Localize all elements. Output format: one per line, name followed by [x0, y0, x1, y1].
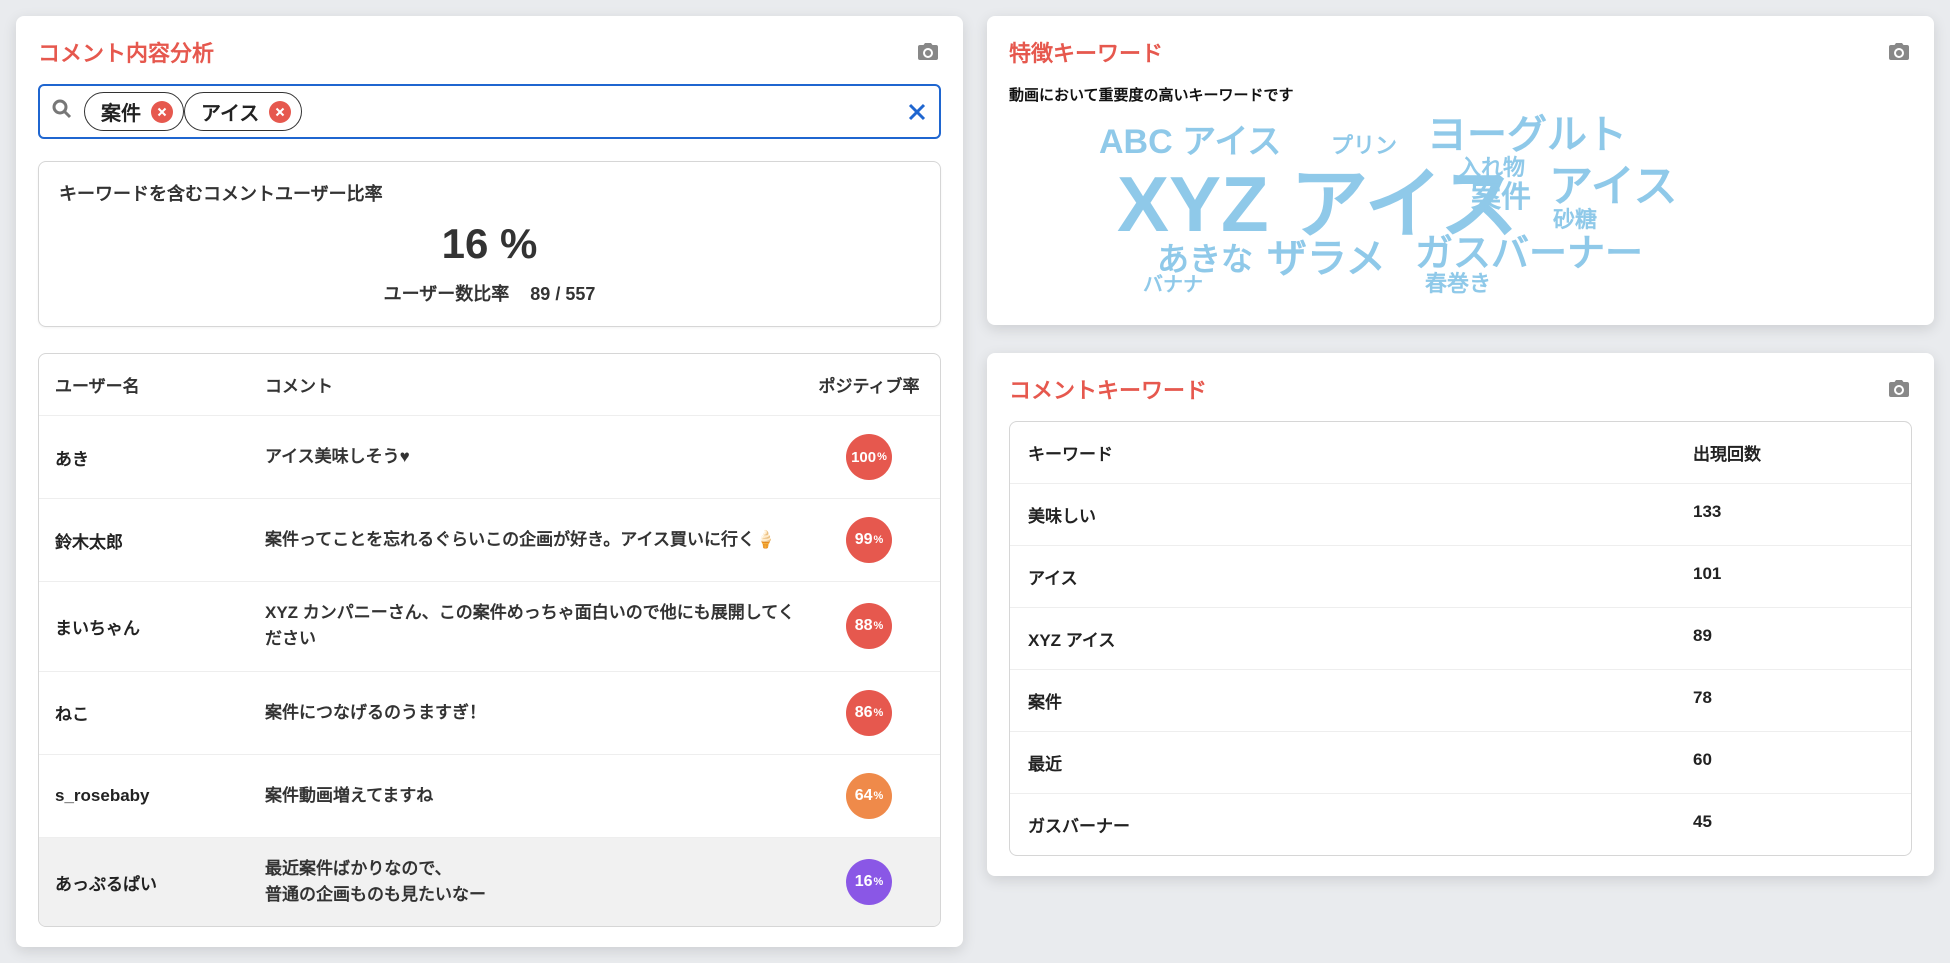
featured-desc: 動画において重要度の高いキーワードです [1009, 84, 1912, 105]
chip-label: 案件 [101, 97, 141, 126]
wordcloud-word[interactable]: ヨーグルト [1427, 115, 1627, 155]
wordcloud-word[interactable]: 春巻き [1425, 273, 1491, 295]
cell-positive: 88% [814, 603, 924, 649]
wordcloud-word[interactable]: バナナ [1143, 275, 1203, 295]
wordcloud-word[interactable]: ザラメ [1267, 239, 1386, 279]
keywords-table: キーワード 出現回数 美味しい133アイス101XYZ アイス89案件78最近6… [1009, 421, 1912, 856]
table-row[interactable]: 美味しい133 [1010, 483, 1911, 545]
cell-comment: 案件につなげるのうますぎ！ [265, 700, 804, 726]
clear-search-icon[interactable] [905, 100, 929, 124]
col-user: ユーザー名 [55, 372, 255, 397]
positive-badge: 99% [846, 517, 892, 563]
positive-badge: 86% [846, 690, 892, 736]
wordcloud-word[interactable]: プリン [1331, 135, 1397, 157]
search-icon [50, 97, 74, 126]
wordcloud-word[interactable]: ABC アイス [1099, 125, 1281, 159]
comments-table-header: ユーザー名 コメント ポジティブ率 [39, 354, 940, 415]
cell-user: ねこ [55, 700, 255, 725]
cell-keyword: ガスバーナー [1028, 812, 1693, 837]
cell-positive: 99% [814, 517, 924, 563]
comment-analysis-card: コメント内容分析 案件 アイス キーワードを含むコメントユーザー比率 16 % ユ… [16, 16, 963, 947]
cell-positive: 64% [814, 773, 924, 819]
comment-keywords-card: コメントキーワード キーワード 出現回数 美味しい133アイス101XYZ アイ… [987, 353, 1934, 876]
keyword-searchbar[interactable]: 案件 アイス [38, 84, 941, 139]
cell-count: 101 [1693, 564, 1893, 589]
cell-count: 60 [1693, 750, 1893, 775]
table-row[interactable]: ねこ案件につなげるのうますぎ！ 86% [39, 671, 940, 754]
cell-comment: 案件動画増えてますね [265, 783, 804, 809]
positive-badge: 16% [846, 859, 892, 905]
wordcloud-word[interactable]: 砂糖 [1553, 209, 1597, 231]
cell-keyword: 美味しい [1028, 502, 1693, 527]
cell-user: あっぷるぱい [55, 870, 255, 895]
cell-comment: XYZ カンパニーさん、この案件めっちゃ面白いので他にも展開してください [265, 600, 804, 653]
wordcloud: ABC アイスプリンヨーグルト入れ物アイスXYZ アイス案件砂糖あきなザラメガス… [1009, 115, 1912, 305]
cell-keyword: 案件 [1028, 688, 1693, 713]
ratio-sub-values: 89 / 557 [530, 284, 595, 304]
ratio-percent: 16 % [59, 220, 920, 268]
wordcloud-word[interactable]: 案件 [1471, 183, 1531, 213]
card-title: コメントキーワード [1009, 373, 1207, 405]
cell-keyword: XYZ アイス [1028, 626, 1693, 651]
search-chip: アイス [184, 92, 302, 131]
keywords-table-header: キーワード 出現回数 [1010, 422, 1911, 483]
table-row[interactable]: 最近60 [1010, 731, 1911, 793]
cell-positive: 100% [814, 434, 924, 480]
cell-comment: 案件ってことを忘れるぐらいこの企画が好き。アイス買いに行く🍦 [265, 527, 804, 553]
table-row[interactable]: XYZ アイス89 [1010, 607, 1911, 669]
card-header: 特徴キーワード [1009, 36, 1912, 68]
col-keyword: キーワード [1028, 440, 1693, 465]
table-row[interactable]: あっぷるぱい最近案件ばかりなので、 普通の企画ものも見たいなー 16% [39, 837, 940, 927]
table-row[interactable]: あきアイス美味しそう♥ 100% [39, 415, 940, 498]
cell-keyword: 最近 [1028, 750, 1693, 775]
search-chip: 案件 [84, 92, 184, 131]
ratio-sub-label: ユーザー数比率 [384, 284, 510, 304]
cell-user: あき [55, 445, 255, 470]
col-count: 出現回数 [1693, 440, 1893, 465]
wordcloud-word[interactable]: あきな [1157, 243, 1253, 275]
cell-comment: 最近案件ばかりなので、 普通の企画ものも見たいなー [265, 856, 804, 909]
wordcloud-word[interactable]: XYZ アイス [1117, 165, 1518, 243]
table-row[interactable]: 鈴木太郎案件ってことを忘れるぐらいこの企画が好き。アイス買いに行く🍦 99% [39, 498, 940, 581]
wordcloud-word[interactable]: ガスバーナー [1415, 235, 1643, 273]
camera-icon[interactable] [1886, 40, 1912, 64]
cell-count: 133 [1693, 502, 1893, 527]
positive-badge: 64% [846, 773, 892, 819]
cell-keyword: アイス [1028, 564, 1693, 589]
table-row[interactable]: 案件78 [1010, 669, 1911, 731]
positive-badge: 100% [846, 434, 892, 480]
camera-icon[interactable] [1886, 377, 1912, 401]
table-row[interactable]: まいちゃん XYZ カンパニーさん、この案件めっちゃ面白いので他にも展開してくださ… [39, 581, 940, 671]
cell-user: 鈴木太郎 [55, 528, 255, 553]
chip-remove-icon[interactable] [269, 101, 291, 123]
cell-user: s_rosebaby [55, 786, 255, 806]
chip-remove-icon[interactable] [151, 101, 173, 123]
positive-badge: 88% [846, 603, 892, 649]
table-row[interactable]: s_rosebaby 案件動画増えてますね 64% [39, 754, 940, 837]
cell-positive: 16% [814, 859, 924, 905]
cell-count: 78 [1693, 688, 1893, 713]
table-row[interactable]: アイス101 [1010, 545, 1911, 607]
cell-comment: アイス美味しそう♥ [265, 444, 804, 470]
col-positive: ポジティブ率 [814, 372, 924, 397]
cell-user: まいちゃん [55, 614, 255, 639]
cell-count: 45 [1693, 812, 1893, 837]
featured-keywords-card: 特徴キーワード 動画において重要度の高いキーワードです ABC アイス プリン ヨー… [987, 16, 1934, 325]
card-header: コメント内容分析 [38, 36, 941, 68]
cell-positive: 86% [814, 690, 924, 736]
ratio-sub: ユーザー数比率 89 / 557 [59, 280, 920, 306]
card-title: コメント内容分析 [38, 36, 214, 68]
chip-label: アイス [201, 97, 259, 126]
comments-table: ユーザー名 コメント ポジティブ率 あきアイス美味しそう♥ 100% 鈴木太郎案件っ… [38, 353, 941, 927]
user-ratio-box: キーワードを含むコメントユーザー比率 16 % ユーザー数比率 89 / 557 [38, 161, 941, 327]
ratio-label: キーワードを含むコメントユーザー比率 [59, 180, 920, 206]
wordcloud-word[interactable]: アイス [1549, 165, 1677, 209]
card-title: 特徴キーワード [1009, 36, 1163, 68]
cell-count: 89 [1693, 626, 1893, 651]
col-comment: コメント [265, 372, 804, 397]
card-header: コメントキーワード [1009, 373, 1912, 405]
table-row[interactable]: ガスバーナー45 [1010, 793, 1911, 855]
camera-icon[interactable] [915, 40, 941, 64]
